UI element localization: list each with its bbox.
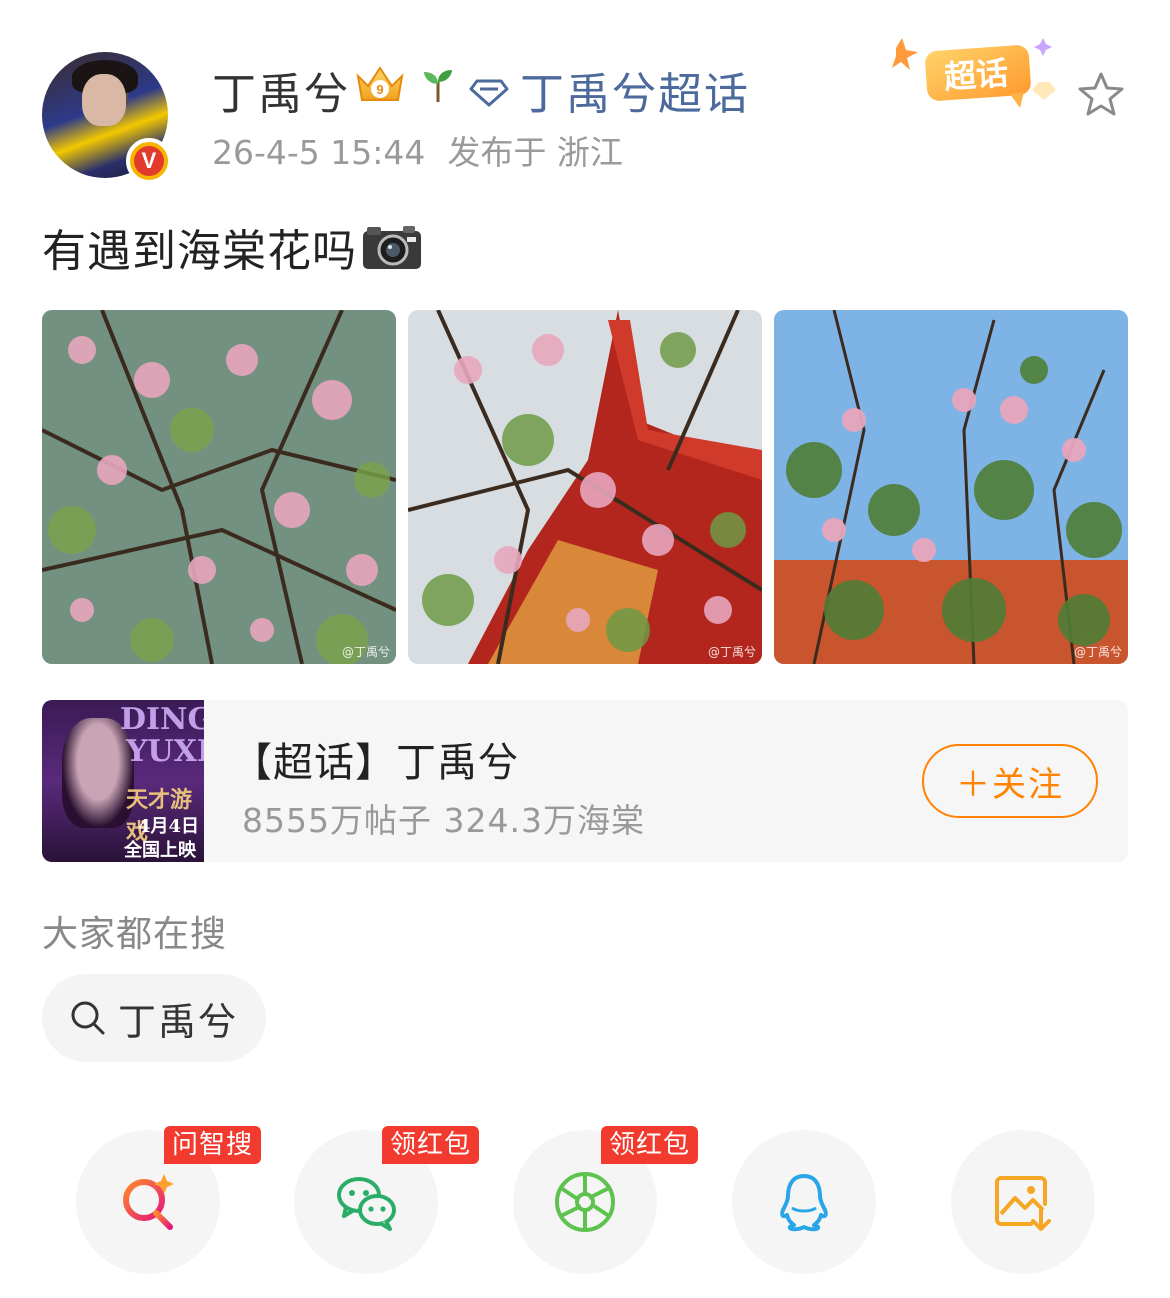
username[interactable]: 丁禹兮: [212, 58, 350, 122]
supertopic-badge-label: 超话: [943, 54, 1010, 96]
share-save-image-button[interactable]: [951, 1130, 1095, 1274]
follow-button[interactable]: ＋关注: [922, 744, 1098, 818]
supertopic-badge-icon[interactable]: 超话: [890, 36, 1070, 114]
moments-shutter-icon: [555, 1172, 615, 1232]
search-icon: [71, 1001, 105, 1035]
sprout-icon: [418, 64, 458, 113]
verified-v-icon: V: [126, 138, 172, 184]
supertopic-poster: DING YUXI 天才游戏 4月4日 全国上映: [42, 700, 204, 862]
post-text: 有遇到海棠花吗: [42, 215, 423, 279]
camera-icon: [363, 226, 421, 269]
qq-icon: [780, 1174, 828, 1232]
supertopic-card[interactable]: DING YUXI 天才游戏 4月4日 全国上映 【超话】丁禹兮 8555万帖子…: [42, 700, 1128, 862]
supertopic-link[interactable]: 丁禹兮超话: [468, 58, 750, 122]
share-qq-button[interactable]: [732, 1130, 876, 1274]
avatar-face: [82, 74, 126, 126]
wechat-icon: [337, 1177, 396, 1231]
photo-watermark: @丁禹兮: [1073, 645, 1122, 659]
photo-watermark: @丁禹兮: [341, 645, 390, 659]
search-sparkle-icon: [123, 1174, 174, 1230]
trending-search-chip[interactable]: 丁禹兮: [42, 974, 266, 1062]
share-tag-wechat: 领红包: [382, 1126, 480, 1164]
diamond-icon: [469, 79, 509, 107]
supertopic-stats: 8555万帖子 324.3万海棠: [242, 801, 645, 840]
trending-search-label: 丁禹兮: [118, 999, 239, 1044]
post-meta: 26-4-5 15:44 发布于 浙江: [212, 126, 623, 174]
photo-watermark: @丁禹兮: [707, 645, 756, 659]
level-number: 9: [376, 82, 383, 97]
timestamp: 26-4-5 15:44: [212, 133, 426, 172]
photo-2-image: [408, 310, 762, 664]
photo-3[interactable]: @丁禹兮: [774, 310, 1128, 664]
share-tag-moments: 领红包: [601, 1126, 699, 1164]
photo-1[interactable]: @丁禹兮: [42, 310, 396, 664]
photo-3-image: [774, 310, 1128, 664]
supertopic-link-label: 丁禹兮超话: [520, 69, 750, 120]
location: 发布于 浙江: [447, 133, 623, 172]
photo-1-image: [42, 310, 396, 664]
poster-line5: 全国上映: [124, 840, 196, 861]
poster-line4: 4月4日: [138, 816, 200, 837]
share-tag-wenzhisou: 问智搜: [164, 1126, 262, 1164]
supertopic-title: 【超话】丁禹兮: [232, 740, 519, 786]
poster-line1: DING: [120, 702, 204, 737]
trending-search-heading: 大家都在搜: [42, 914, 228, 955]
save-image-icon: [995, 1176, 1051, 1231]
star-icon[interactable]: [1076, 70, 1126, 120]
crown-level-icon: 9: [356, 66, 404, 101]
poster-line2: YUXI: [126, 734, 204, 769]
photo-2[interactable]: @丁禹兮: [408, 310, 762, 664]
post-text-content: 有遇到海棠花吗: [42, 226, 357, 277]
